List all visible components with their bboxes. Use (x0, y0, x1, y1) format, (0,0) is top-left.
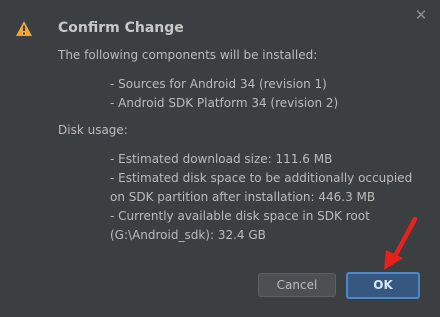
list-item: - Estimated disk space to be additionall… (110, 171, 413, 185)
confirm-change-dialog: Confirm Change ✕ The following component… (0, 0, 440, 317)
list-item: - Currently available disk space in SDK … (110, 209, 370, 223)
components-list: - Sources for Android 34 (revision 1) - … (110, 75, 338, 113)
ok-button[interactable]: OK (346, 272, 420, 299)
list-item: - Sources for Android 34 (revision 1) (110, 77, 327, 91)
disk-usage-heading: Disk usage: (58, 123, 128, 137)
dialog-title: Confirm Change (58, 20, 184, 36)
close-icon[interactable]: ✕ (412, 6, 430, 24)
red-arrow-annotation (384, 216, 418, 270)
cancel-button[interactable]: Cancel (258, 273, 336, 297)
list-item: - Estimated download size: 111.6 MB (110, 152, 333, 166)
list-item: (G:\Android_sdk): 32.4 GB (110, 228, 266, 242)
disk-usage-list: - Estimated download size: 111.6 MB - Es… (110, 150, 412, 245)
warning-icon (16, 21, 32, 36)
list-item: on SDK partition after installation: 446… (110, 190, 376, 204)
intro-text: The following components will be install… (58, 48, 318, 62)
list-item: - Android SDK Platform 34 (revision 2) (110, 96, 339, 110)
